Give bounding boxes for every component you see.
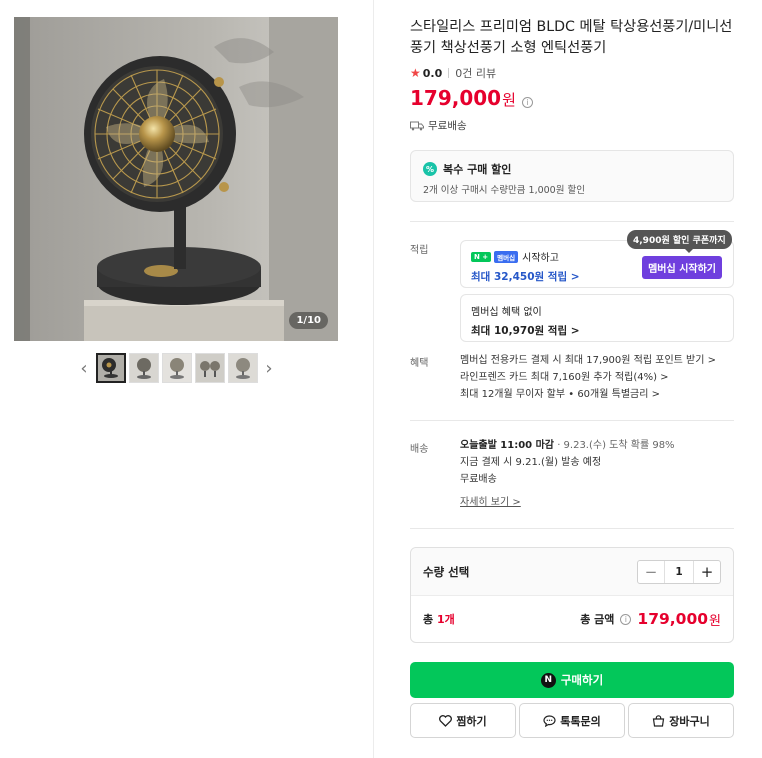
benefits-list: 멤버십 전용카드 결제 시 최대 17,900원 적립 포인트 받기 > 라인프… bbox=[460, 352, 716, 403]
delivery-fee: 무료배송 bbox=[460, 474, 497, 485]
rating-row: ★ 0.0 0건 리뷰 bbox=[410, 65, 496, 81]
thumbnail-image bbox=[129, 354, 158, 382]
no-membership-title: 멤버십 혜택 없이 bbox=[471, 307, 542, 318]
benefit-item[interactable]: 최대 12개월 무이자 할부 • 60개월 특별금리 > bbox=[460, 386, 716, 403]
delivery-detail-link[interactable]: 자세히 보기 > bbox=[460, 497, 521, 508]
no-membership-points-box: 멤버십 혜택 없이 최대 10,970원 적립 > bbox=[460, 294, 734, 342]
decrease-button[interactable]: − bbox=[638, 561, 664, 583]
wishlist-label: 찜하기 bbox=[456, 714, 487, 728]
divider bbox=[410, 420, 734, 421]
quantity-box: 수량 선택 − 1 + 총 1개 총 금액 i 179,000 원 bbox=[410, 547, 734, 643]
divider bbox=[410, 528, 734, 529]
thumbnail-image bbox=[195, 354, 224, 382]
info-icon[interactable]: i bbox=[620, 613, 632, 625]
shopping-bag-icon bbox=[653, 714, 665, 727]
quantity-input[interactable]: 1 bbox=[664, 560, 694, 583]
total-count-value: 1개 bbox=[436, 613, 455, 626]
price-row: 179,000 원 i bbox=[410, 86, 533, 110]
start-membership-button[interactable]: 멤버십 시작하기 bbox=[642, 256, 722, 279]
delivery-label: 배송 bbox=[410, 444, 429, 455]
heart-icon bbox=[439, 714, 453, 727]
product-main-image[interactable]: 1/10 bbox=[14, 17, 338, 341]
total-unit: 원 bbox=[709, 613, 721, 629]
shipping-summary: 무료배송 bbox=[410, 118, 467, 133]
increase-button[interactable]: + bbox=[694, 561, 720, 583]
thumbnail-5[interactable] bbox=[227, 353, 258, 383]
chevron-left-icon[interactable]: ‹ bbox=[74, 352, 94, 384]
benefit-item[interactable]: 라인프렌즈 카드 최대 7,160원 추가 적립(4%) > bbox=[460, 369, 716, 386]
buy-button[interactable]: N 구매하기 bbox=[410, 662, 734, 698]
thumbnail-image bbox=[162, 354, 191, 382]
max-points-without-membership[interactable]: 최대 10,970원 적립 > bbox=[471, 323, 723, 338]
chat-bubble-icon bbox=[543, 714, 556, 727]
quantity-stepper: − 1 + bbox=[637, 559, 721, 584]
thumbnail-2[interactable] bbox=[128, 353, 159, 383]
thumbnail-1[interactable] bbox=[95, 353, 126, 383]
product-price: 179,000 bbox=[410, 86, 502, 110]
rating-value: 0.0 bbox=[422, 66, 443, 80]
total-count: 총 1개 bbox=[423, 611, 455, 627]
shipping-fee: 무료배송 bbox=[428, 120, 467, 132]
membership-badge: 멤버십 bbox=[494, 250, 519, 263]
thumbnail-image bbox=[228, 354, 257, 382]
points-label: 적립 bbox=[410, 245, 429, 256]
benefit-item[interactable]: 멤버십 전용카드 결제 시 최대 17,900원 적립 포인트 받기 > bbox=[460, 352, 716, 369]
today-dispatch: 오늘출발 11:00 마감 bbox=[460, 440, 554, 451]
total-prefix: 총 bbox=[423, 613, 437, 626]
naver-n-icon: N bbox=[540, 672, 556, 688]
chevron-right-icon[interactable]: › bbox=[259, 352, 279, 384]
buy-label: 구매하기 bbox=[560, 673, 604, 687]
product-gallery: 1/10 ‹ › bbox=[0, 0, 374, 758]
wishlist-button[interactable]: 찜하기 bbox=[410, 703, 516, 738]
discount-desc: 2개 이상 구매시 수량만큼 1,000원 할인 bbox=[423, 185, 585, 196]
naver-plus-badge: N + bbox=[471, 251, 492, 262]
total-label: 총 금액 bbox=[580, 613, 615, 626]
arrival-estimate: · 9.23.(수) 도착 확률 98% bbox=[557, 440, 675, 451]
cart-button[interactable]: 장바구니 bbox=[628, 703, 734, 738]
thumbnail-strip: ‹ › bbox=[74, 352, 279, 384]
truck-icon bbox=[410, 121, 424, 130]
review-count-link[interactable]: 0건 리뷰 bbox=[455, 65, 496, 81]
bulk-discount-box: % 복수 구매 할인 2개 이상 구매시 수량만큼 1,000원 할인 bbox=[410, 150, 734, 202]
percent-icon: % bbox=[423, 162, 437, 176]
image-counter: 1/10 bbox=[289, 312, 328, 329]
divider bbox=[448, 68, 450, 78]
talk-label: 톡톡문의 bbox=[560, 714, 601, 728]
quantity-label: 수량 선택 bbox=[423, 564, 470, 579]
thumbnail-image bbox=[97, 355, 124, 381]
thumbnail-4[interactable] bbox=[194, 353, 225, 383]
coupon-tooltip: 4,900원 할인 쿠폰까지 bbox=[627, 230, 732, 253]
info-icon[interactable]: i bbox=[521, 97, 533, 108]
thumbnail-3[interactable] bbox=[161, 353, 192, 383]
price-unit: 원 bbox=[502, 91, 516, 109]
fan-product-photo bbox=[14, 17, 338, 341]
cart-label: 장바구니 bbox=[669, 714, 710, 728]
star-icon: ★ bbox=[410, 66, 421, 80]
start-text: 시작하고 bbox=[522, 253, 559, 264]
product-title: 스타일리스 프리미엄 BLDC 메탈 탁상용선풍기/미니선풍기 책상선풍기 소형… bbox=[410, 19, 733, 56]
benefits-label: 혜택 bbox=[410, 358, 429, 369]
dispatch-date: 지금 결제 시 9.21.(월) 발송 예정 bbox=[460, 457, 602, 468]
talk-inquiry-button[interactable]: 톡톡문의 bbox=[519, 703, 625, 738]
total-price: 179,000 bbox=[637, 610, 709, 628]
delivery-info: 오늘출발 11:00 마감 · 9.23.(수) 도착 확률 98% 지금 결제… bbox=[460, 437, 675, 511]
divider bbox=[410, 221, 734, 222]
discount-title: 복수 구매 할인 bbox=[443, 163, 512, 176]
